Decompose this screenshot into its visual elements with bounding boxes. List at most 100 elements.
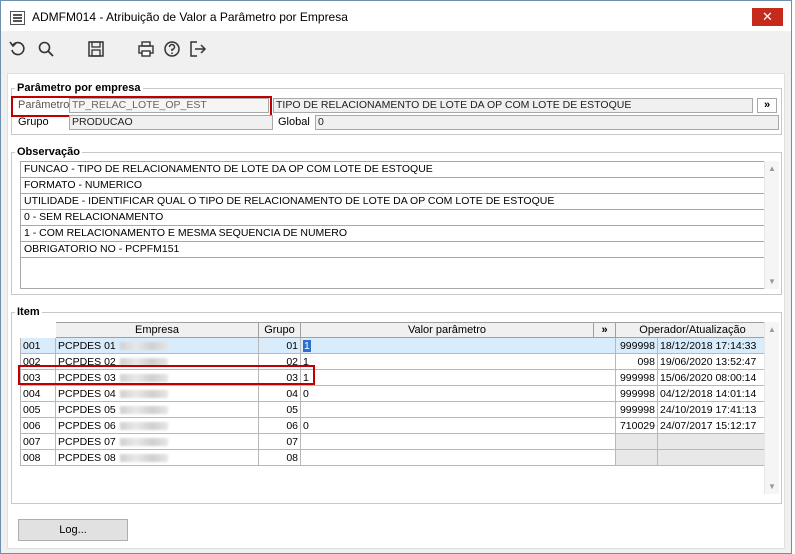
- row-cod-text: 008: [23, 451, 41, 464]
- row-valor[interactable]: 0: [300, 385, 616, 402]
- observacao-group: Observação FUNCAO - TIPO DE RELACIONAMEN…: [11, 146, 782, 295]
- undo-icon[interactable]: [9, 40, 29, 60]
- valor-expand-button[interactable]: »: [593, 322, 616, 338]
- row-cod-text: 005: [23, 403, 41, 416]
- row-valor[interactable]: 1: [300, 369, 616, 386]
- window-title: ADMFM014 - Atribuição de Valor a Parâmet…: [32, 10, 348, 24]
- row-cod: 005: [20, 401, 56, 418]
- log-button[interactable]: Log...: [18, 519, 128, 541]
- grupo-label: Grupo: [18, 116, 49, 128]
- observacao-line: UTILIDADE - IDENTIFICAR QUAL O TIPO DE R…: [21, 194, 767, 210]
- row-valor[interactable]: [300, 449, 616, 466]
- search-icon[interactable]: [37, 40, 57, 60]
- observacao-line: FORMATO - NUMERICO: [21, 178, 767, 194]
- scroll-up-icon[interactable]: ▲: [768, 164, 776, 173]
- save-icon[interactable]: [87, 40, 107, 60]
- row-grupo: 07: [258, 433, 301, 450]
- redacted-text: [119, 453, 168, 462]
- redacted-text: [119, 421, 168, 430]
- table-row[interactable]: 005 PCPDES 05 05 999998 24/10/2019 17:41:13: [20, 401, 770, 418]
- observacao-list[interactable]: FUNCAO - TIPO DE RELACIONAMENTO DE LOTE …: [20, 161, 768, 289]
- row-data: 15/06/2020 08:00:14: [657, 369, 770, 386]
- row-empresa-text: PCPDES 01: [58, 339, 116, 352]
- row-empresa-text: PCPDES 06: [58, 419, 116, 432]
- grupo-field: PRODUCAO: [69, 115, 273, 130]
- exit-icon[interactable]: [189, 40, 209, 60]
- row-valor-text: 0: [303, 387, 309, 400]
- observacao-line: 1 - COM RELACIONAMENTO E MESMA SEQUENCIA…: [21, 226, 767, 242]
- row-empresa[interactable]: PCPDES 07: [55, 433, 259, 450]
- row-data: 04/12/2018 14:01:14: [657, 385, 770, 402]
- table-row[interactable]: 006 PCPDES 06 06 0 710029 24/07/2017 15:12:17: [20, 417, 770, 434]
- table-header: Empresa Grupo Valor parâmetro » Operador…: [20, 322, 770, 338]
- row-valor[interactable]: 1: [300, 353, 616, 370]
- row-valor[interactable]: [300, 433, 616, 450]
- row-empresa[interactable]: PCPDES 04: [55, 385, 259, 402]
- observacao-line: OBRIGATORIO NO - PCPFM151: [21, 242, 767, 258]
- header-valor[interactable]: Valor parâmetro: [300, 322, 594, 338]
- row-grupo: 04: [258, 385, 301, 402]
- observacao-scrollbar[interactable]: ▲ ▼: [764, 161, 779, 289]
- row-data: [657, 449, 770, 466]
- observacao-line: FUNCAO - TIPO DE RELACIONAMENTO DE LOTE …: [21, 162, 767, 178]
- row-cod-text: 006: [23, 419, 41, 432]
- parametro-highlight: [11, 96, 272, 117]
- toolbar: [1, 31, 791, 69]
- table-row[interactable]: 001 PCPDES 01 01 1 999998 18/12/2018 17:14:33: [20, 337, 770, 354]
- row-grupo-text: 04: [286, 387, 298, 400]
- row-grupo-text: 07: [286, 435, 298, 448]
- row-data-text: 19/06/2020 13:52:47: [660, 355, 757, 368]
- help-icon[interactable]: [163, 40, 183, 60]
- observacao-legend: Observação: [15, 146, 82, 158]
- header-cod: [20, 322, 56, 338]
- row-operador-text: 999998: [619, 371, 655, 384]
- row-operador-text: 999998: [619, 403, 655, 416]
- main-window: ADMFM014 - Atribuição de Valor a Parâmet…: [0, 0, 792, 554]
- header-empresa[interactable]: Empresa: [55, 322, 259, 338]
- row-operador: [615, 433, 658, 450]
- scroll-down-icon[interactable]: ▼: [768, 277, 776, 286]
- row-grupo-text: 05: [286, 403, 298, 416]
- row-operador-text: 999998: [619, 339, 655, 352]
- row-empresa[interactable]: PCPDES 05: [55, 401, 259, 418]
- header-operador[interactable]: Operador/Atualização: [615, 322, 770, 338]
- row-cod: 004: [20, 385, 56, 402]
- row-data: 24/10/2019 17:41:13: [657, 401, 770, 418]
- row-cod-text: 007: [23, 435, 41, 448]
- row-operador: 999998: [615, 337, 658, 354]
- row-empresa-text: PCPDES 08: [58, 451, 116, 464]
- row-grupo-text: 01: [286, 339, 298, 352]
- close-button[interactable]: ✕: [752, 8, 783, 26]
- table-row[interactable]: 004 PCPDES 04 04 0 999998 04/12/2018 14:01:14: [20, 385, 770, 402]
- scroll-down-icon[interactable]: ▼: [768, 482, 776, 491]
- row-operador-text: 999998: [619, 387, 655, 400]
- redacted-text: [119, 405, 168, 414]
- row-data: 19/06/2020 13:52:47: [657, 353, 770, 370]
- row-valor[interactable]: [300, 401, 616, 418]
- item-scrollbar[interactable]: ▲ ▼: [764, 322, 779, 494]
- row-operador-text: 710029: [619, 419, 655, 432]
- row-operador: 999998: [615, 385, 658, 402]
- header-grupo[interactable]: Grupo: [258, 322, 301, 338]
- row-cod-text: 004: [23, 387, 41, 400]
- row-operador: 710029: [615, 417, 658, 434]
- content-area: Parâmetro por empresa Parâmetro TP_RELAC…: [7, 73, 785, 549]
- parametro-expand-button[interactable]: »: [757, 98, 777, 113]
- table-row[interactable]: 007 PCPDES 07 07: [20, 433, 770, 450]
- parametro-description: TIPO DE RELACIONAMENTO DE LOTE DA OP COM…: [273, 98, 753, 113]
- scroll-up-icon[interactable]: ▲: [768, 325, 776, 334]
- table-row[interactable]: 008 PCPDES 08 08: [20, 449, 770, 466]
- app-icon: [10, 11, 25, 25]
- row-highlight: [18, 365, 315, 385]
- row-valor[interactable]: 1: [300, 337, 616, 354]
- row-operador: 098: [615, 353, 658, 370]
- redacted-text: [119, 389, 168, 398]
- row-empresa[interactable]: PCPDES 08: [55, 449, 259, 466]
- print-icon[interactable]: [137, 40, 157, 60]
- title-bar: ADMFM014 - Atribuição de Valor a Parâmet…: [1, 1, 791, 31]
- parametro-group: Parâmetro por empresa Parâmetro TP_RELAC…: [11, 82, 782, 135]
- row-empresa[interactable]: PCPDES 06: [55, 417, 259, 434]
- row-empresa[interactable]: PCPDES 01: [55, 337, 259, 354]
- row-valor[interactable]: 0: [300, 417, 616, 434]
- row-data-text: 24/07/2017 15:12:17: [660, 419, 757, 432]
